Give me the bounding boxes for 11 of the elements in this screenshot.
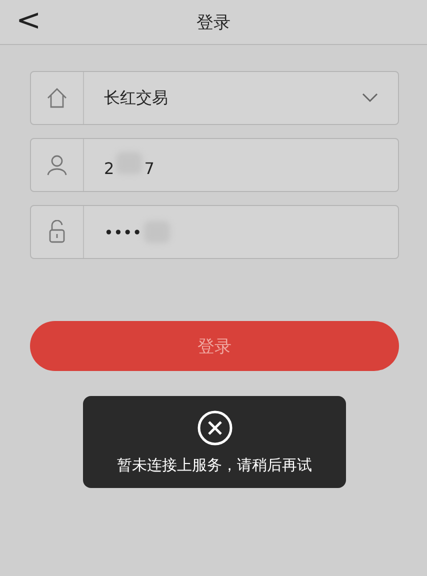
close-circle-icon xyxy=(196,410,232,446)
broker-select[interactable]: 长红交易 xyxy=(30,71,399,125)
password-field[interactable]: •••• xyxy=(30,205,399,259)
username-field[interactable]: 2 7 xyxy=(30,138,399,192)
chevron-down-icon xyxy=(362,93,378,103)
page-title: 登录 xyxy=(196,12,230,34)
lock-icon xyxy=(48,220,66,244)
toast-message: 暂未连接上服务，请稍后再试 xyxy=(117,456,312,474)
home-icon xyxy=(46,87,68,109)
user-icon xyxy=(46,154,68,176)
back-button[interactable]: < xyxy=(10,4,48,38)
